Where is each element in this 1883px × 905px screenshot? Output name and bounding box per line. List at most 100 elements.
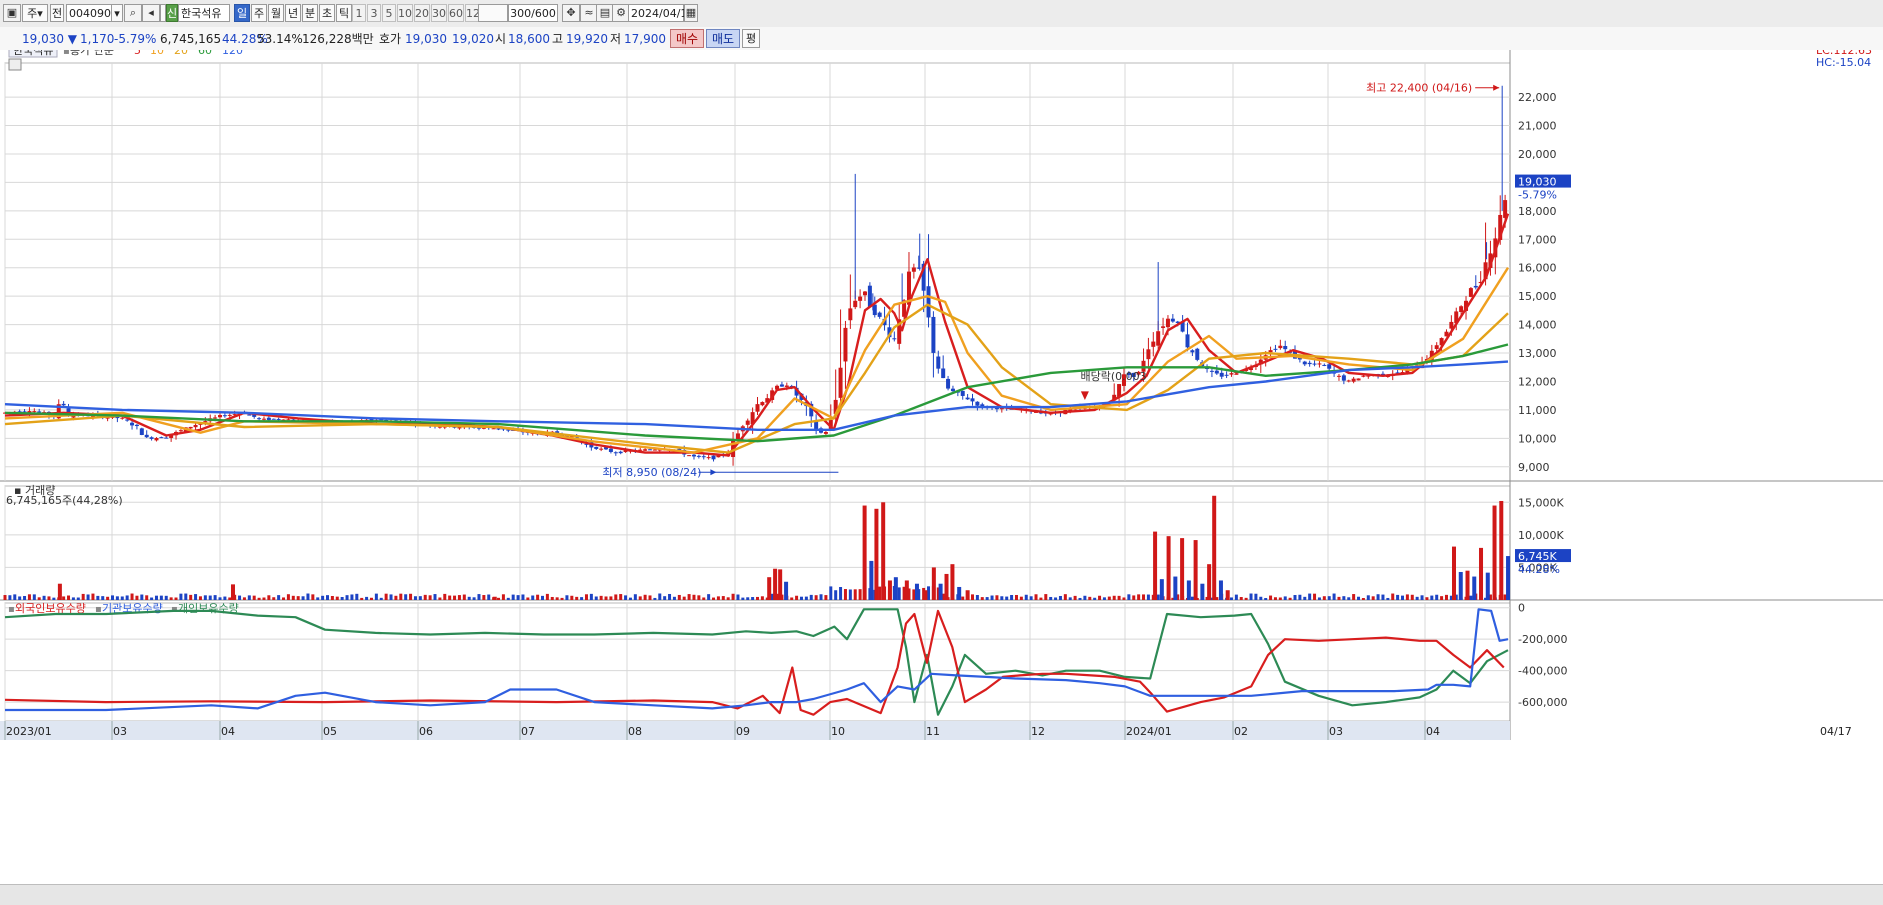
min-annotation: 최저 8,950 (08/24) bbox=[602, 466, 701, 479]
candle-body bbox=[32, 411, 37, 413]
candle-body bbox=[892, 338, 897, 340]
candle-body bbox=[745, 420, 750, 425]
volume-bar bbox=[52, 597, 56, 600]
volume-spike bbox=[230, 584, 235, 600]
volume-bar bbox=[238, 595, 242, 600]
period-select[interactable]: 주▾ bbox=[22, 4, 48, 22]
volume-bar bbox=[1014, 594, 1018, 600]
calendar-icon[interactable]: ▦ bbox=[684, 4, 698, 22]
candle-body bbox=[257, 418, 262, 420]
volume-spike bbox=[1180, 538, 1185, 600]
stock-name[interactable]: 한국석유 bbox=[178, 4, 230, 22]
volume-bar bbox=[658, 593, 662, 600]
volume-bar bbox=[1313, 593, 1317, 600]
speaker-icon[interactable]: ◂ bbox=[142, 4, 160, 22]
volume-bar bbox=[741, 597, 745, 600]
candle-body bbox=[975, 401, 980, 406]
candle-body bbox=[266, 417, 271, 421]
volume-bar bbox=[1098, 595, 1102, 600]
volume-bar bbox=[878, 586, 882, 600]
type-select[interactable]: 전 bbox=[50, 4, 64, 22]
volume-spike bbox=[1200, 583, 1205, 600]
candle-body bbox=[1229, 373, 1234, 375]
candle-body bbox=[276, 418, 281, 420]
candle-body bbox=[1190, 350, 1195, 353]
candle-body bbox=[1312, 363, 1317, 365]
crosshair-icon[interactable]: ✥ bbox=[562, 4, 580, 22]
volume-bar bbox=[409, 593, 413, 600]
volume-bar bbox=[369, 597, 373, 600]
date-input[interactable]: 2024/04/17 bbox=[628, 4, 694, 22]
tab-period-3[interactable]: 년 bbox=[285, 4, 301, 22]
tab-period-5[interactable]: 초 bbox=[319, 4, 335, 22]
volume-bar bbox=[858, 589, 862, 600]
volume-spike bbox=[887, 580, 892, 600]
tab-period-6[interactable]: 틱 bbox=[336, 4, 352, 22]
layout-icon[interactable]: ▣ bbox=[3, 4, 21, 22]
volume-spike bbox=[767, 577, 772, 600]
stock-chart[interactable]: 9,000 10,000 11,000 12,000 13,000 14,000 15,00… bbox=[0, 50, 1883, 884]
volume-bar bbox=[531, 595, 535, 600]
search-icon[interactable]: ⌕ bbox=[124, 4, 142, 22]
volume-bar bbox=[609, 596, 613, 600]
candle-body bbox=[936, 356, 941, 369]
volume-bar bbox=[1435, 594, 1439, 600]
interval-10[interactable]: 10 bbox=[397, 4, 413, 22]
volume-bar bbox=[145, 595, 149, 600]
candle-body bbox=[1156, 331, 1161, 346]
volume-bar bbox=[1386, 597, 1390, 600]
price-tick-label: 17,000 bbox=[1518, 233, 1557, 246]
holding-tick-label: 0 bbox=[1518, 602, 1525, 615]
volume-bar bbox=[687, 594, 691, 600]
volume-bar bbox=[1293, 595, 1297, 600]
volume-bar bbox=[286, 594, 290, 600]
x-axis-label: 12 bbox=[1031, 725, 1045, 738]
interval-20[interactable]: 20 bbox=[414, 4, 430, 22]
candle-body bbox=[931, 316, 936, 353]
volume-bar bbox=[1229, 597, 1233, 600]
sell-button[interactable]: 매도 bbox=[706, 29, 740, 48]
candle-body bbox=[222, 415, 227, 417]
volume-bar bbox=[1357, 596, 1361, 600]
volume-bar bbox=[619, 594, 623, 600]
volume-bar bbox=[1132, 595, 1136, 600]
interval-3[interactable]: 3 bbox=[367, 4, 381, 22]
interval-30[interactable]: 30 bbox=[431, 4, 447, 22]
interval-5[interactable]: 5 bbox=[382, 4, 396, 22]
tab-period-0[interactable]: 일 bbox=[234, 4, 250, 22]
tab-period-4[interactable]: 분 bbox=[302, 4, 318, 22]
price-tick-label: 20,000 bbox=[1518, 148, 1557, 161]
ratio-value: 53.14% bbox=[257, 32, 303, 46]
volume-bar bbox=[1005, 596, 1009, 600]
tab-period-2[interactable]: 월 bbox=[268, 4, 284, 22]
volume-bar bbox=[1156, 594, 1160, 600]
volume-bar bbox=[506, 597, 510, 600]
candle-body bbox=[911, 267, 916, 272]
candle-body bbox=[926, 286, 931, 318]
volume-bar bbox=[296, 596, 300, 600]
buy-button[interactable]: 매수 bbox=[670, 29, 704, 48]
volume-bar bbox=[1127, 594, 1131, 600]
volume-bar bbox=[1102, 597, 1106, 600]
volume-bar bbox=[1049, 596, 1053, 600]
extra-button[interactable]: 평 bbox=[742, 29, 760, 48]
interval-1[interactable]: 1 bbox=[352, 4, 366, 22]
blank-box[interactable] bbox=[478, 4, 508, 22]
period-label: 주 bbox=[27, 7, 38, 20]
candle-body bbox=[618, 451, 623, 454]
interval-60[interactable]: 60 bbox=[448, 4, 464, 22]
count-input[interactable]: 300/600 bbox=[508, 4, 558, 22]
volume-spike bbox=[957, 586, 962, 600]
volume-bar bbox=[1332, 593, 1336, 600]
volume-bar bbox=[1440, 596, 1444, 600]
volume-spike bbox=[869, 560, 874, 600]
volume-bar bbox=[106, 596, 110, 600]
open-price: 18,600 bbox=[508, 32, 550, 46]
volume-bar bbox=[1401, 595, 1404, 600]
volume-bar bbox=[1088, 596, 1092, 600]
volume-bar bbox=[18, 596, 22, 600]
chevron-down-icon[interactable]: ▾ bbox=[111, 4, 123, 22]
tab-period-1[interactable]: 주 bbox=[251, 4, 267, 22]
candle-body bbox=[687, 455, 692, 457]
candle-body bbox=[247, 414, 252, 416]
